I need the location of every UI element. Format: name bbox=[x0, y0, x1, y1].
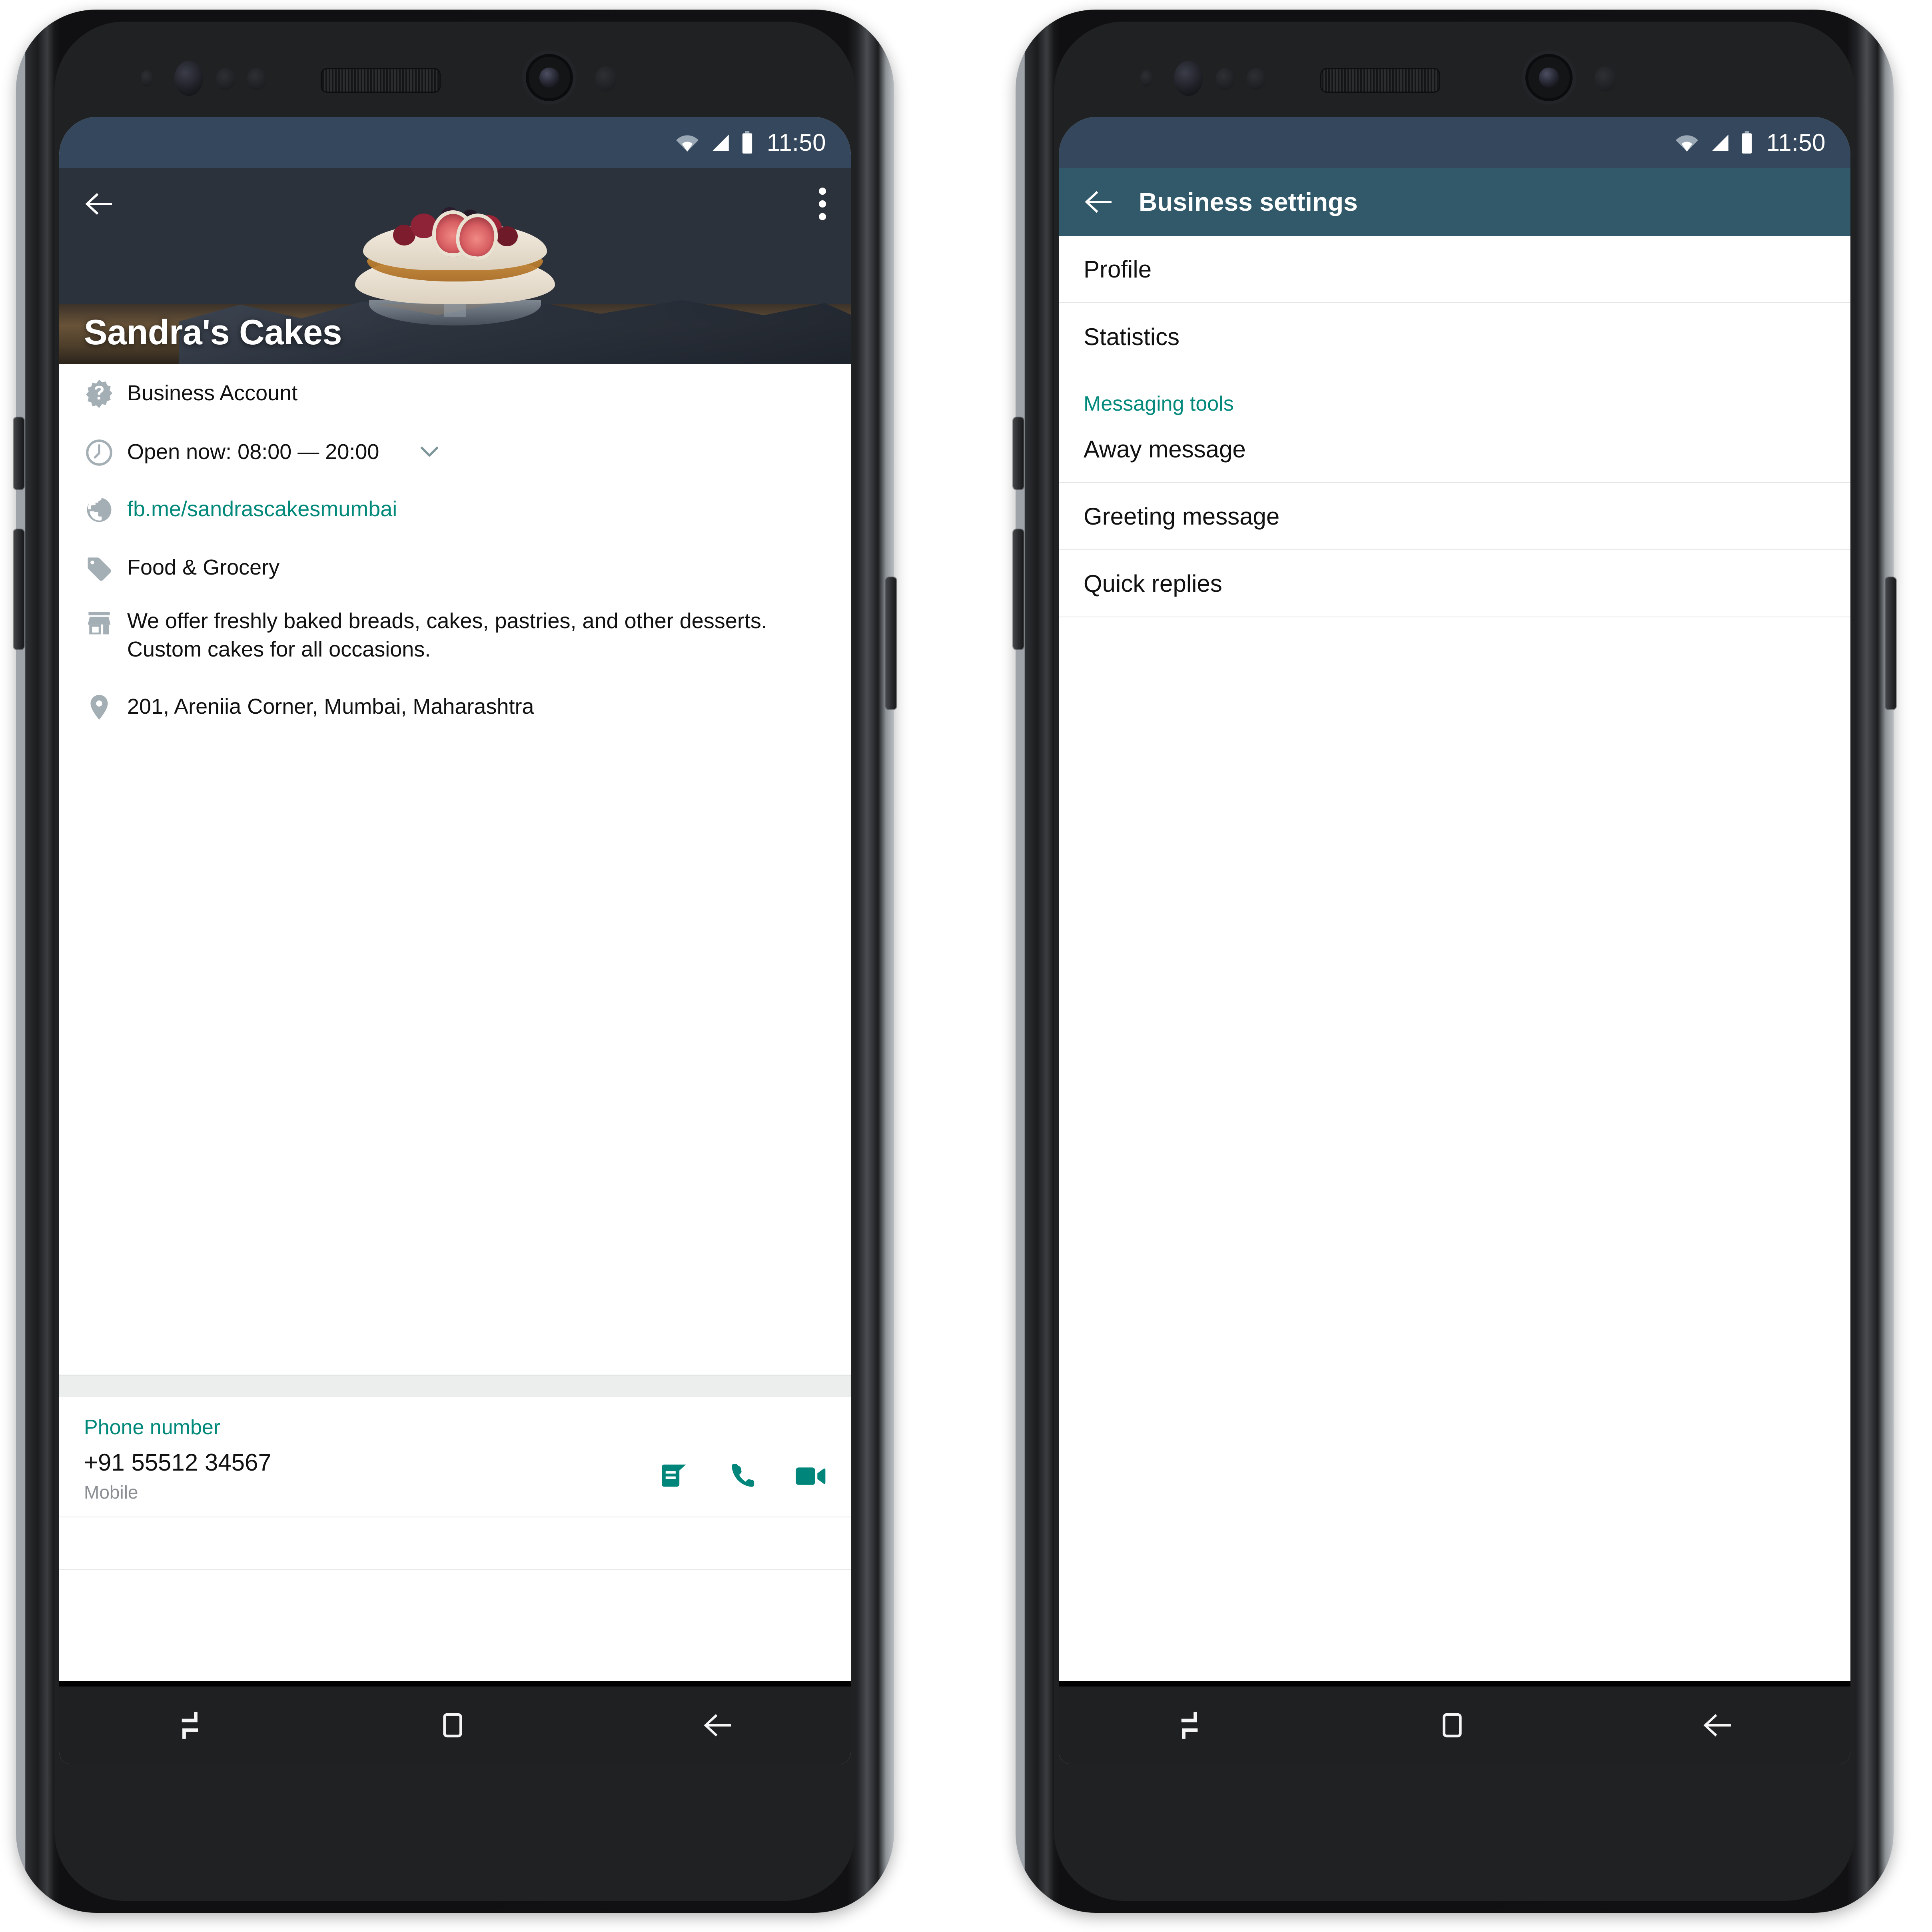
detail-row-business-account[interactable]: Business Account bbox=[59, 364, 851, 423]
detail-text: We offer freshly baked breads, cakes, pa… bbox=[127, 609, 767, 662]
status-bar: 11:50 bbox=[59, 117, 851, 168]
settings-item-label: Profile bbox=[1084, 255, 1152, 283]
video-call-icon[interactable] bbox=[795, 1462, 826, 1490]
back-arrow-icon[interactable] bbox=[1084, 190, 1113, 214]
detail-text: 201, Areniia Corner, Mumbai, Maharashtra bbox=[127, 694, 534, 719]
recents-icon[interactable] bbox=[1177, 1710, 1202, 1740]
android-navigation-bar bbox=[59, 1681, 851, 1764]
status-bar: 11:50 bbox=[1059, 117, 1850, 168]
more-options-icon[interactable] bbox=[819, 187, 826, 221]
settings-item-label: Away message bbox=[1084, 435, 1246, 463]
settings-item-label: Quick replies bbox=[1084, 570, 1222, 597]
screenshot-canvas: 11:50 Sandra's Cakes Business Account Op… bbox=[0, 0, 1932, 1932]
business-details-list: Business Account Open now: 08:00 — 20:00 bbox=[59, 364, 851, 741]
cellular-signal-icon bbox=[712, 134, 729, 151]
wifi-icon bbox=[1675, 135, 1698, 152]
back-arrow-icon[interactable] bbox=[1702, 1713, 1732, 1738]
empty-tail-row bbox=[59, 1517, 851, 1569]
back-arrow-icon[interactable] bbox=[84, 192, 114, 216]
call-icon[interactable] bbox=[728, 1462, 759, 1490]
battery-icon bbox=[742, 131, 752, 154]
phone-number-section: Phone number +91 55512 34567 Mobile bbox=[59, 1397, 851, 1570]
settings-item-label: Greeting message bbox=[1084, 503, 1280, 530]
home-icon[interactable] bbox=[439, 1711, 466, 1739]
phone-device-right: 11:50 Business settings Profile Statisti… bbox=[1013, 10, 1896, 1913]
home-icon[interactable] bbox=[1439, 1711, 1465, 1739]
phone-screen-left: 11:50 Sandra's Cakes Business Account Op… bbox=[59, 117, 851, 1764]
divider bbox=[59, 1569, 851, 1570]
tag-icon bbox=[84, 552, 127, 583]
location-pin-icon bbox=[84, 691, 127, 723]
front-camera-icon bbox=[1528, 57, 1570, 98]
led-indicator-icon bbox=[595, 66, 617, 92]
storefront-icon bbox=[84, 607, 127, 638]
clock-icon bbox=[84, 437, 127, 468]
phone-screen-right: 11:50 Business settings Profile Statisti… bbox=[1059, 117, 1850, 1764]
settings-item-quick-replies[interactable]: Quick replies bbox=[1059, 550, 1850, 617]
settings-item-greeting-message[interactable]: Greeting message bbox=[1059, 483, 1850, 550]
bixby-button[interactable] bbox=[1013, 417, 1024, 489]
phone-action-buttons bbox=[661, 1462, 826, 1490]
detail-text: Open now: 08:00 — 20:00 bbox=[127, 440, 379, 464]
settings-group-label-messaging-tools: Messaging tools bbox=[1084, 392, 1234, 415]
volume-button[interactable] bbox=[1013, 529, 1024, 649]
iris-sensor-icon bbox=[1174, 61, 1203, 96]
light-sensor-icon bbox=[1215, 68, 1235, 90]
status-bar-clock: 11:50 bbox=[766, 129, 826, 156]
detail-row-category[interactable]: Food & Grocery bbox=[59, 537, 851, 598]
cover-photo-actions bbox=[59, 168, 851, 240]
status-bar-clock: 11:50 bbox=[1766, 129, 1826, 156]
detail-text: Business Account bbox=[127, 381, 298, 405]
led-indicator-icon bbox=[1595, 66, 1616, 92]
earpiece-speaker bbox=[321, 68, 441, 93]
detail-text-link[interactable]: fb.me/sandrascakesmumbai bbox=[127, 495, 421, 523]
phone-device-left: 11:50 Sandra's Cakes Business Account Op… bbox=[14, 10, 896, 1913]
detail-row-website[interactable]: fb.me/sandrascakesmumbai bbox=[59, 481, 851, 537]
power-button[interactable] bbox=[1886, 577, 1896, 709]
detail-row-description[interactable]: We offer freshly baked breads, cakes, pa… bbox=[59, 598, 851, 673]
section-separator-band bbox=[59, 1375, 851, 1397]
detail-text: Food & Grocery bbox=[127, 555, 280, 580]
light-sensor-icon bbox=[216, 68, 235, 90]
business-name: Sandra's Cakes bbox=[84, 312, 342, 352]
proximity-sensor-icon bbox=[1140, 70, 1152, 87]
power-button[interactable] bbox=[886, 577, 896, 709]
chevron-down-icon[interactable] bbox=[421, 447, 439, 458]
phone-number-label: Phone number bbox=[84, 1416, 221, 1439]
iris-sensor-icon bbox=[174, 61, 203, 96]
android-navigation-bar bbox=[1059, 1681, 1850, 1764]
phone-number-row[interactable]: +91 55512 34567 Mobile bbox=[59, 1439, 851, 1517]
phone-number-value: +91 55512 34567 bbox=[84, 1449, 271, 1476]
verified-business-badge-icon bbox=[84, 378, 127, 409]
battery-icon bbox=[1742, 131, 1752, 154]
proximity-sensor-icon bbox=[141, 70, 153, 87]
detail-row-business-hours[interactable]: Open now: 08:00 — 20:00 bbox=[59, 423, 851, 481]
settings-list: Profile Statistics Messaging tools Away … bbox=[1059, 236, 1850, 617]
back-arrow-icon[interactable] bbox=[703, 1713, 732, 1738]
phone-number-type: Mobile bbox=[84, 1481, 138, 1503]
app-bar: Business settings bbox=[1059, 168, 1850, 236]
settings-item-profile[interactable]: Profile bbox=[1059, 236, 1850, 303]
message-icon[interactable] bbox=[661, 1462, 692, 1490]
page-title: Business settings bbox=[1139, 188, 1358, 216]
cellular-signal-icon bbox=[1712, 134, 1728, 151]
earpiece-speaker bbox=[1320, 68, 1440, 93]
bixby-button[interactable] bbox=[14, 417, 24, 489]
settings-item-away-message[interactable]: Away message bbox=[1059, 416, 1850, 483]
recents-icon[interactable] bbox=[178, 1710, 202, 1740]
wifi-icon bbox=[676, 135, 699, 152]
detail-row-address[interactable]: 201, Areniia Corner, Mumbai, Maharashtra bbox=[59, 673, 851, 741]
settings-item-label: Statistics bbox=[1084, 323, 1180, 350]
ir-sensor-icon bbox=[1247, 68, 1266, 90]
ir-sensor-icon bbox=[247, 68, 266, 90]
cover-photo[interactable]: Sandra's Cakes bbox=[59, 168, 851, 364]
settings-item-statistics[interactable]: Statistics bbox=[1059, 303, 1850, 370]
globe-icon bbox=[84, 494, 127, 525]
volume-button[interactable] bbox=[14, 529, 24, 649]
front-camera-icon bbox=[529, 57, 570, 98]
